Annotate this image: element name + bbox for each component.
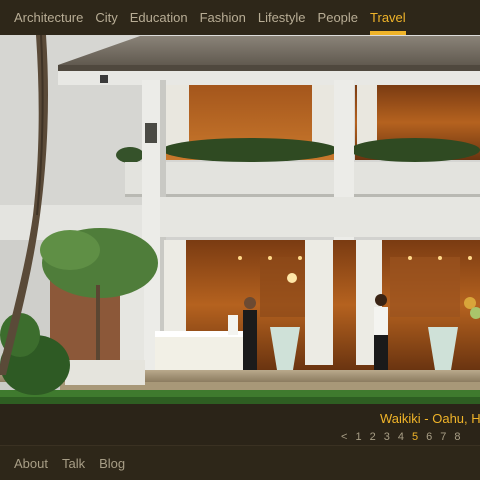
nav-link-travel[interactable]: Travel <box>370 10 406 25</box>
prev-page-button[interactable]: < <box>341 431 347 443</box>
photo-caption: Waikiki - Oahu, H <box>380 411 480 426</box>
pagination: < 1 2 3 4 5 6 7 8 <box>341 431 468 443</box>
nav-link-people[interactable]: People <box>318 10 358 25</box>
category-nav: Architecture City Education Fashion Life… <box>0 0 480 36</box>
nav-item-people[interactable]: People <box>318 0 358 35</box>
page-link[interactable]: 8 <box>454 431 460 443</box>
page-link-current[interactable]: 5 <box>412 431 418 443</box>
footer-link-about[interactable]: About <box>14 456 48 471</box>
page-link[interactable]: 4 <box>398 431 404 443</box>
nav-link-education[interactable]: Education <box>130 10 188 25</box>
nav-item-lifestyle[interactable]: Lifestyle <box>258 0 306 35</box>
footer-link-talk[interactable]: Talk <box>62 456 85 471</box>
nav-item-fashion[interactable]: Fashion <box>200 0 246 35</box>
nav-link-architecture[interactable]: Architecture <box>14 10 83 25</box>
page: Architecture City Education Fashion Life… <box>0 0 480 480</box>
nav-link-lifestyle[interactable]: Lifestyle <box>258 10 306 25</box>
nav-link-fashion[interactable]: Fashion <box>200 10 246 25</box>
footer-item-talk[interactable]: Talk <box>62 455 85 473</box>
page-link[interactable]: 6 <box>426 431 432 443</box>
page-link[interactable]: 3 <box>384 431 390 443</box>
page-link[interactable]: 7 <box>440 431 446 443</box>
footer-item-blog[interactable]: Blog <box>99 455 125 473</box>
nav-item-travel[interactable]: Travel <box>370 0 406 35</box>
page-link[interactable]: 1 <box>355 431 361 443</box>
nav-item-education[interactable]: Education <box>130 0 188 35</box>
nav-item-architecture[interactable]: Architecture <box>14 0 83 35</box>
nav-item-city[interactable]: City <box>95 0 117 35</box>
page-link[interactable]: 2 <box>370 431 376 443</box>
footer-item-about[interactable]: About <box>14 455 48 473</box>
nav-link-city[interactable]: City <box>95 10 117 25</box>
footer-nav: About Talk Blog <box>0 445 480 480</box>
main-photo[interactable] <box>0 35 480 404</box>
caption-bar: Waikiki - Oahu, H < 1 2 3 4 5 6 7 8 <box>0 404 480 445</box>
footer-link-blog[interactable]: Blog <box>99 456 125 471</box>
